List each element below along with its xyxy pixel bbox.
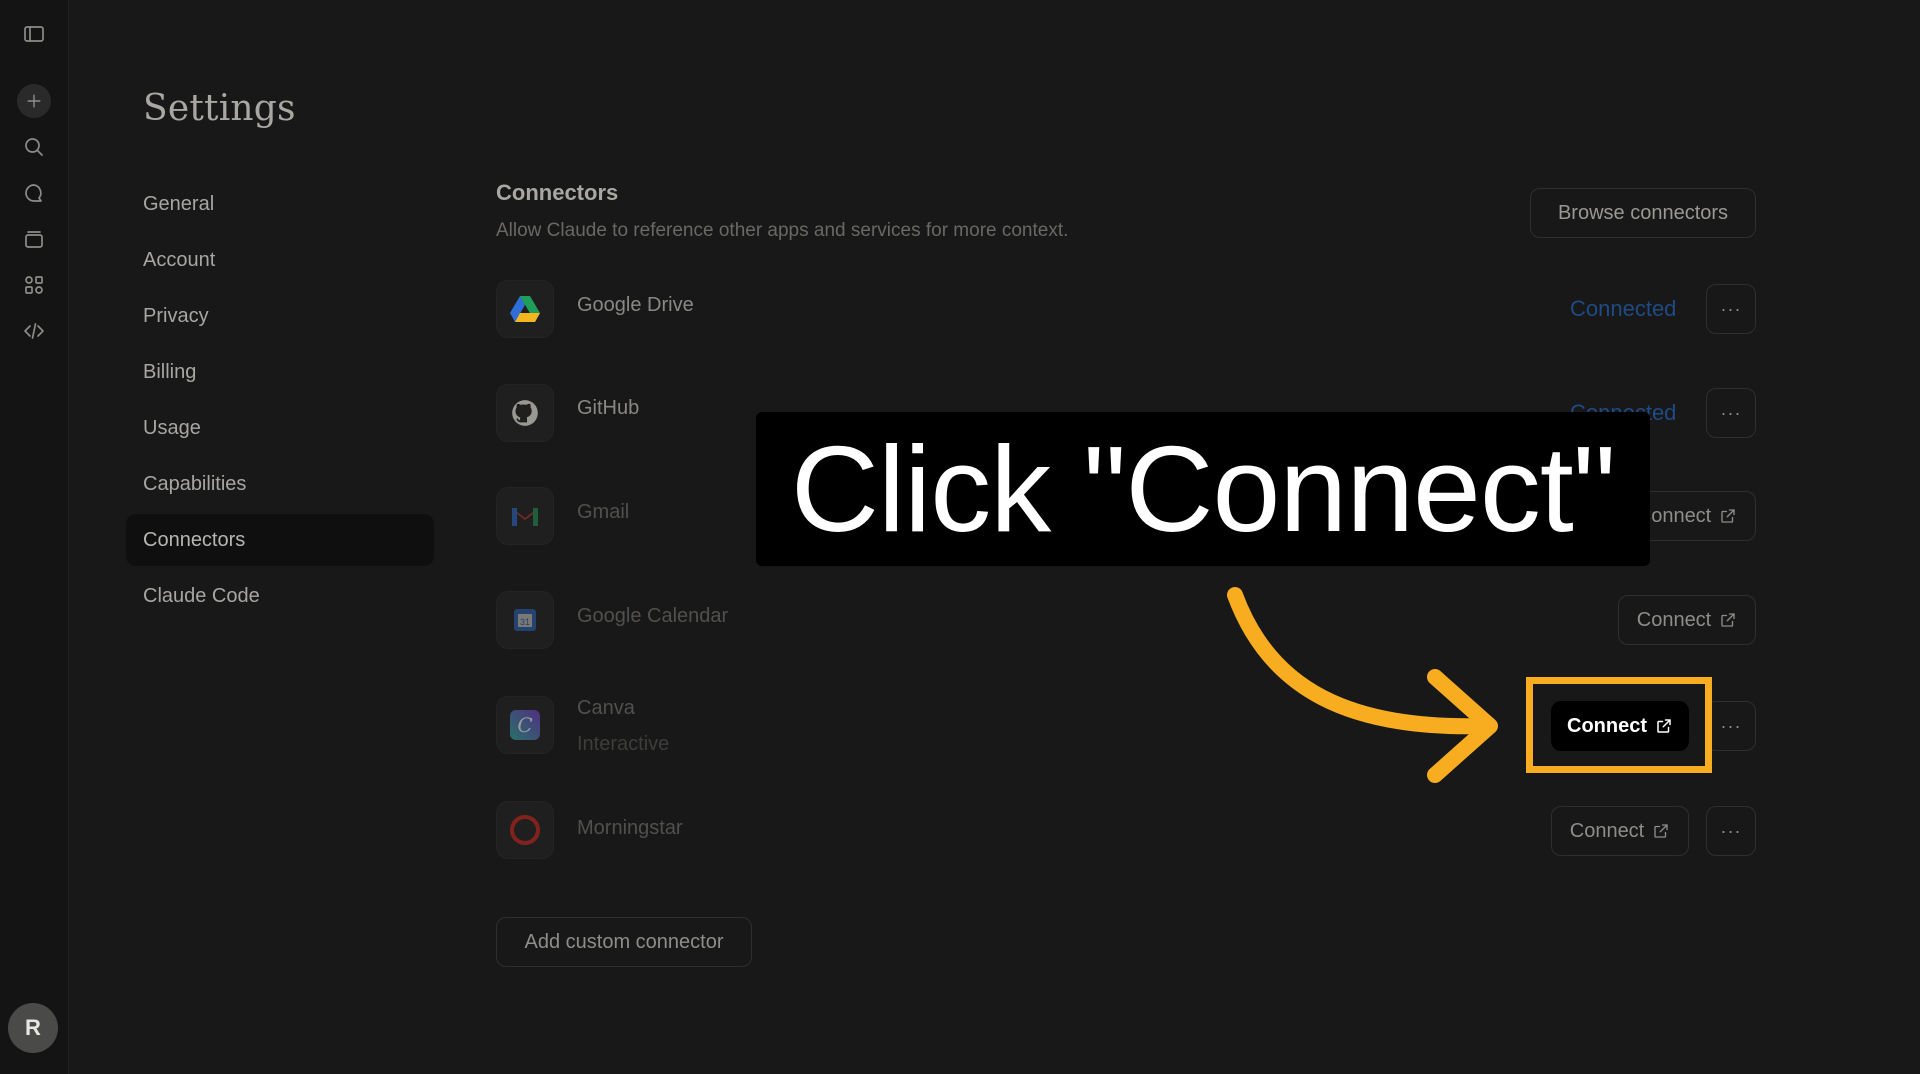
add-custom-connector-button[interactable]: Add custom connector (496, 917, 752, 967)
connect-button[interactable]: Connect (1618, 595, 1756, 645)
chat-icon[interactable] (17, 176, 51, 210)
section-subtitle: Allow Claude to reference other apps and… (496, 220, 1069, 241)
avatar[interactable]: R (8, 1003, 58, 1053)
more-options-button[interactable]: ··· (1706, 388, 1756, 438)
connector-name: Google Calendar (577, 605, 729, 627)
connect-label: Connect (1636, 608, 1712, 631)
canva-connect-button[interactable]: Connect (1551, 701, 1689, 751)
gmail-icon (496, 487, 554, 545)
connector-name: Google Drive (577, 294, 694, 316)
nav-item-billing[interactable]: Billing (126, 346, 434, 398)
more-options-button[interactable]: ··· (1706, 701, 1756, 751)
svg-text:C: C (517, 713, 532, 737)
connector-name: Morningstar (577, 817, 683, 839)
connect-label: Connect (1569, 819, 1645, 842)
canva-icon: C (496, 696, 554, 754)
morningstar-icon (496, 801, 554, 859)
section-title: Connectors (496, 180, 619, 205)
search-icon[interactable] (17, 130, 51, 164)
connector-name: Canva (577, 697, 635, 719)
nav-item-usage[interactable]: Usage (126, 402, 434, 454)
nav-item-connectors[interactable]: Connectors (126, 514, 434, 566)
svg-text:31: 31 (520, 617, 530, 627)
connect-button[interactable]: Connect (1551, 806, 1689, 856)
new-chat-button[interactable] (17, 84, 51, 118)
instruction-callout: Click "Connect" (756, 412, 1650, 566)
github-icon (496, 384, 554, 442)
connector-name: GitHub (577, 397, 640, 419)
left-rail: R (0, 0, 69, 1074)
more-options-button[interactable]: ··· (1706, 806, 1756, 856)
connector-name: Gmail (577, 501, 630, 523)
artifacts-icon[interactable] (17, 268, 51, 302)
more-options-button[interactable]: ··· (1706, 284, 1756, 334)
nav-item-privacy[interactable]: Privacy (126, 290, 434, 342)
nav-item-claude-code[interactable]: Claude Code (126, 570, 434, 622)
google-calendar-icon: 31 (496, 591, 554, 649)
nav-item-account[interactable]: Account (126, 234, 434, 286)
nav-item-capabilities[interactable]: Capabilities (126, 458, 434, 510)
code-icon[interactable] (17, 314, 51, 348)
page-title: Settings (143, 88, 296, 129)
external-link-icon (1721, 509, 1735, 523)
sidebar-toggle-icon[interactable] (17, 17, 51, 51)
google-drive-icon (496, 280, 554, 338)
connect-label: Connect (1567, 714, 1647, 737)
pointer-arrow-icon (1227, 587, 1498, 783)
projects-icon[interactable] (17, 222, 51, 256)
external-link-icon (1654, 824, 1668, 838)
callout-text: Click "Connect" (790, 421, 1616, 557)
external-link-icon (1657, 719, 1671, 733)
connector-subtitle: Interactive (577, 733, 670, 755)
connected-status: Connected (1570, 296, 1677, 321)
external-link-icon (1721, 613, 1735, 627)
nav-item-general[interactable]: General (126, 178, 434, 230)
plus-icon (27, 94, 41, 108)
browse-connectors-button[interactable]: Browse connectors (1530, 188, 1756, 238)
